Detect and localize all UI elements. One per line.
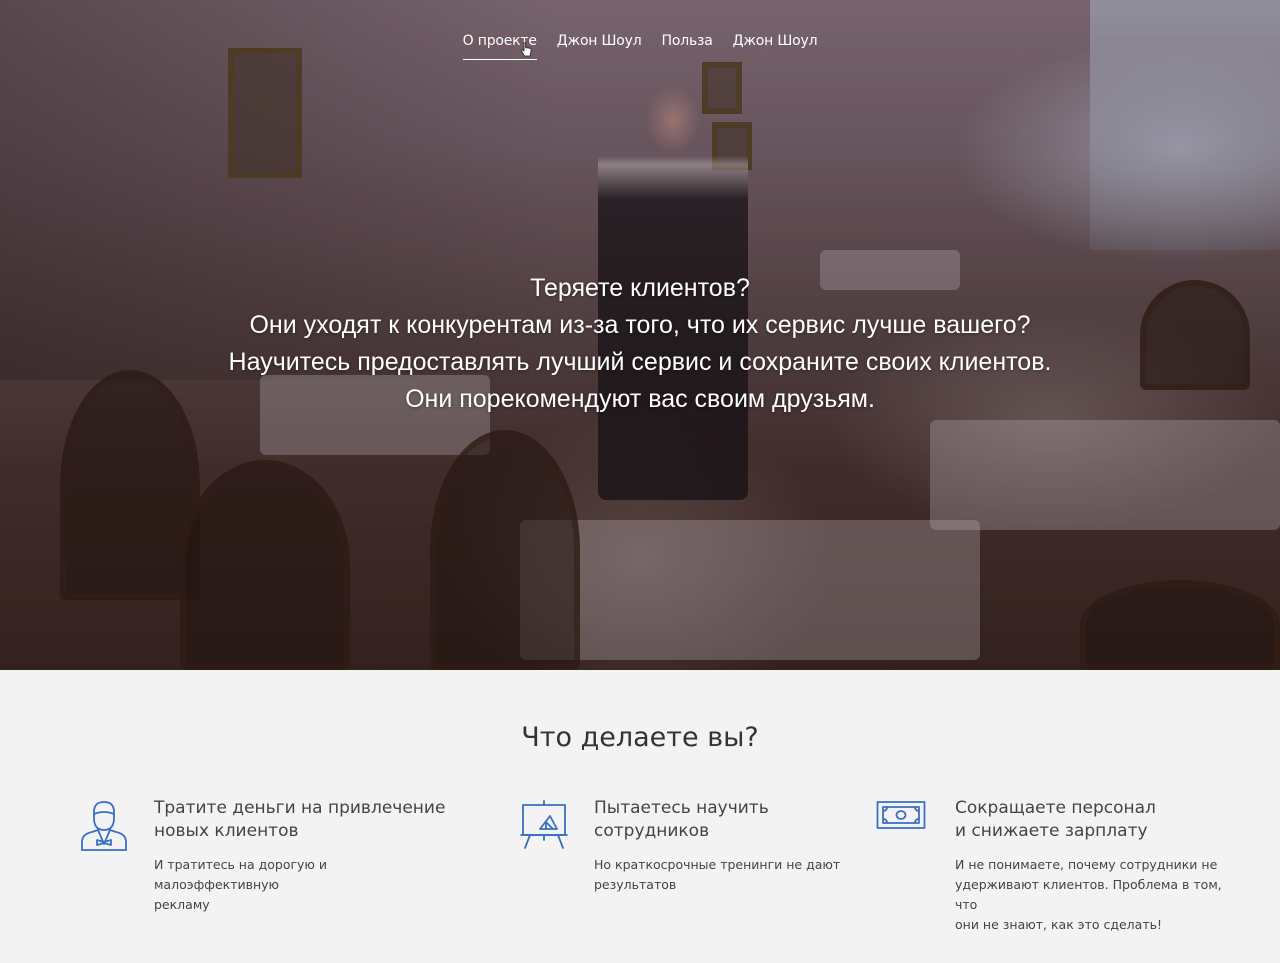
hero-headline: Теряете клиентов? Они уходят к конкурент…	[0, 270, 1280, 418]
feature-title: Сокращаете персонал и снижаете зарплату	[955, 797, 1240, 843]
feature-description: Но краткосрочные тренинги не дают резуль…	[594, 855, 854, 895]
feature-desc-line: Но краткосрочные тренинги не дают	[594, 857, 841, 872]
feature-title-line: Пытаетесь научить	[594, 798, 769, 818]
feature-title: Пытаетесь научить сотрудников	[594, 797, 854, 843]
hero-line: Научитесь предоставлять лучший сервис и …	[228, 348, 1052, 376]
nav-item-john-shoul[interactable]: Джон Шоул	[557, 33, 642, 60]
feature-desc-line: рекламу	[154, 897, 210, 912]
top-nav: О проекте Джон Шоул Польза Джон Шоул	[0, 33, 1280, 60]
hero-line: Они порекомендуют вас своим друзьям.	[405, 385, 875, 413]
banknote-icon	[876, 801, 926, 829]
features-section: Что делаете вы? Тратите деньги на привле…	[0, 670, 1280, 963]
businessman-icon	[81, 801, 127, 851]
feature-desc-line: они не знают, как это сделать!	[955, 917, 1162, 932]
nav-item-john-shoul-2[interactable]: Джон Шоул	[733, 33, 818, 60]
feature-title-line: сотрудников	[594, 821, 710, 841]
feature-desc-line: И тратитесь на дорогую и малоэффективную	[154, 857, 328, 892]
hand-cursor-icon	[520, 42, 532, 57]
feature-title-line: Тратите деньги на привлечение	[154, 798, 446, 818]
feature-description: И тратитесь на дорогую и малоэффективную…	[154, 855, 454, 915]
hero-line: Они уходят к конкурентам из-за того, что…	[249, 311, 1031, 339]
feature-title-line: новых клиентов	[154, 821, 299, 841]
features-heading: Что делаете вы?	[521, 722, 759, 753]
feature-desc-line: удерживают клиентов. Проблема в том, что	[955, 877, 1222, 912]
feature-title-line: Сокращаете персонал	[955, 798, 1156, 818]
presentation-board-icon	[520, 800, 568, 849]
feature-desc-line: результатов	[594, 877, 677, 892]
feature-description: И не понимаете, почему сотрудники не уде…	[955, 855, 1240, 935]
hero-section: О проекте Джон Шоул Польза Джон Шоул Тер…	[0, 0, 1280, 670]
feature-title-line: и снижаете зарплату	[955, 821, 1148, 841]
hero-line: Теряете клиентов?	[530, 274, 750, 302]
feature-desc-line: И не понимаете, почему сотрудники не	[955, 857, 1218, 872]
nav-item-benefit[interactable]: Польза	[662, 33, 713, 60]
feature-title: Тратите деньги на привлечение новых клие…	[154, 797, 454, 843]
